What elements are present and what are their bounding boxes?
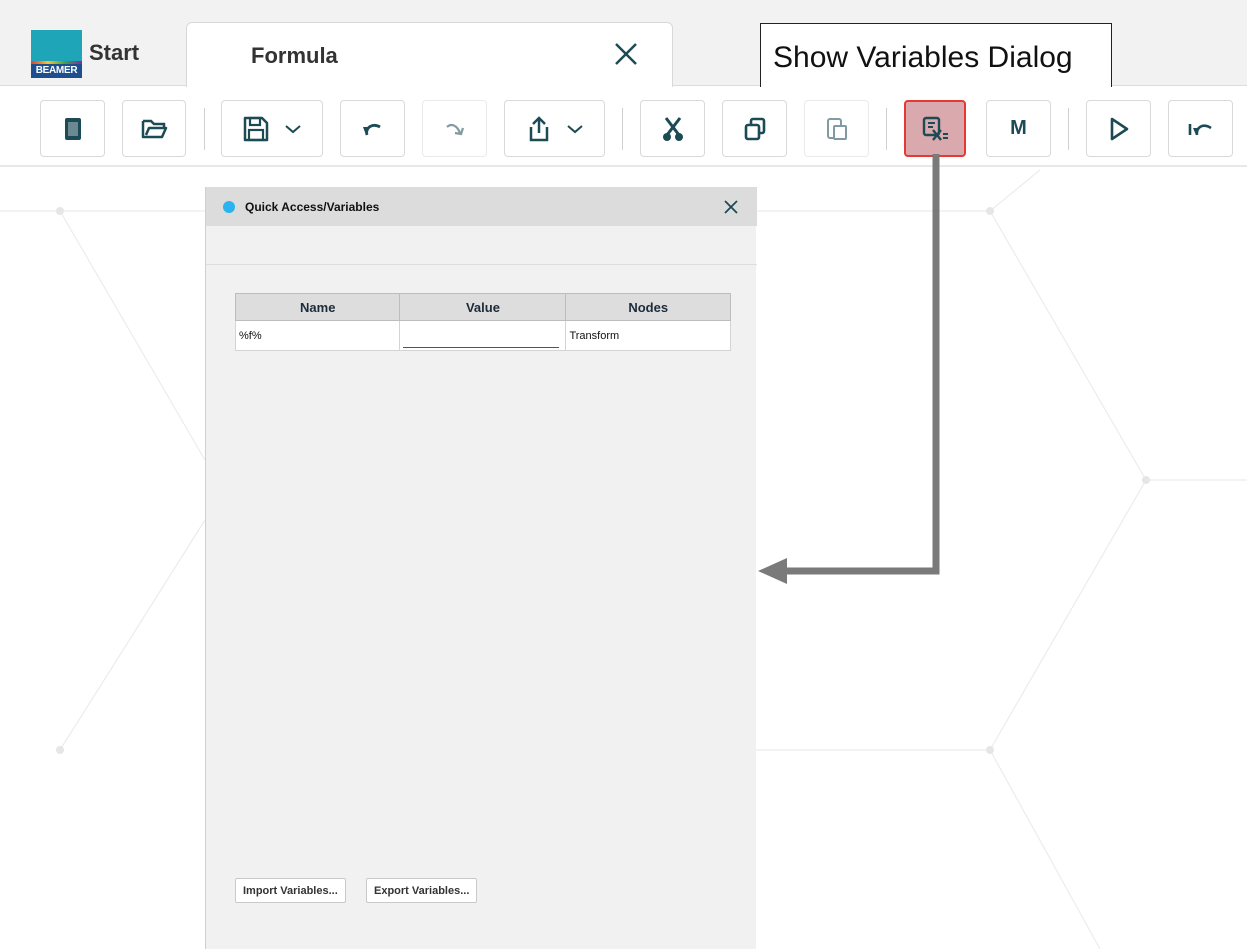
toolbar-separator <box>204 108 205 150</box>
toolbar: M <box>0 87 1247 167</box>
save-button[interactable] <box>221 100 323 157</box>
dialog-title-bar: Quick Access/Variables <box>206 187 757 226</box>
chevron-down-icon[interactable] <box>566 123 584 135</box>
import-variables-button[interactable]: Import Variables... <box>235 878 346 903</box>
open-folder-icon <box>141 119 168 138</box>
logo-text: BEAMER <box>31 64 82 78</box>
macro-button[interactable]: M <box>986 100 1051 157</box>
tab-formula[interactable]: Formula <box>186 22 673 88</box>
chevron-down-icon[interactable] <box>284 123 302 135</box>
variable-nodes-cell: Transform <box>565 320 731 351</box>
export-variables-button[interactable]: Export Variables... <box>366 878 478 903</box>
variables-icon <box>922 116 948 141</box>
open-button[interactable] <box>122 100 186 157</box>
cut-button[interactable] <box>640 100 705 157</box>
paste-icon <box>826 117 847 140</box>
export-button[interactable] <box>504 100 605 157</box>
copy-button[interactable] <box>722 100 787 157</box>
macro-label: M <box>1010 117 1027 139</box>
new-document-button[interactable] <box>40 100 105 157</box>
status-dot-icon <box>223 201 235 213</box>
table-row[interactable]: %f% Transform <box>234 320 731 351</box>
tab-formula-label: Formula <box>251 43 338 68</box>
undo-icon <box>362 123 381 135</box>
toolbar-separator <box>886 108 887 150</box>
tab-start[interactable]: Start <box>89 40 139 66</box>
save-icon <box>243 116 269 141</box>
redo-button[interactable] <box>422 100 487 157</box>
variable-value-input[interactable] <box>403 327 560 348</box>
close-icon[interactable] <box>723 199 739 215</box>
copy-icon <box>744 117 765 140</box>
paste-button[interactable] <box>804 100 869 157</box>
column-header-nodes[interactable]: Nodes <box>565 293 731 321</box>
redo-icon <box>445 123 464 135</box>
variable-value-cell <box>399 320 567 351</box>
variables-table: Name Value Nodes %f% Transform <box>234 293 731 351</box>
variables-dialog: Quick Access/Variables Name Value Nodes … <box>205 187 757 949</box>
dialog-title: Quick Access/Variables <box>245 200 380 214</box>
show-variables-button[interactable] <box>904 100 966 157</box>
show-variables-tooltip: Show Variables Dialog <box>760 23 1112 93</box>
new-document-icon <box>64 117 81 140</box>
export-icon <box>529 115 548 141</box>
close-tab-icon[interactable] <box>611 39 641 69</box>
step-back-icon <box>1188 123 1212 135</box>
toolbar-separator <box>1068 108 1069 150</box>
run-icon <box>1110 117 1128 140</box>
cut-icon <box>662 116 683 141</box>
toolbar-separator <box>622 108 623 150</box>
undo-button[interactable] <box>340 100 405 157</box>
column-header-name[interactable]: Name <box>234 293 401 321</box>
column-header-value[interactable]: Value <box>399 293 567 321</box>
step-back-button[interactable] <box>1168 100 1233 157</box>
dialog-divider <box>206 264 757 265</box>
variable-name-cell: %f% <box>234 320 401 351</box>
app-logo: BEAMER <box>31 30 82 78</box>
run-button[interactable] <box>1086 100 1151 157</box>
